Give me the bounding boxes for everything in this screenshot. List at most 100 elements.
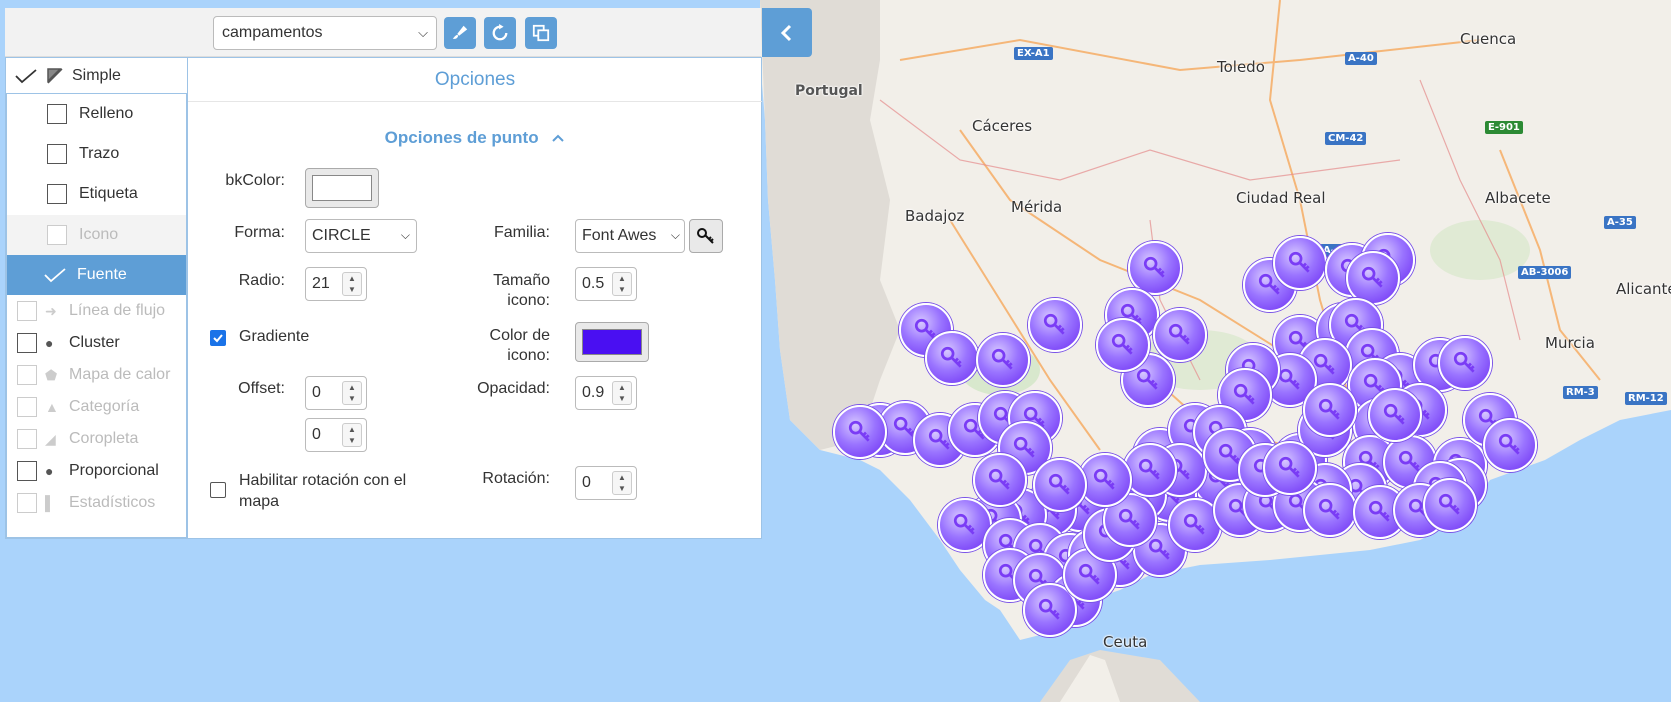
spinner-icon[interactable]: ▲ ▼	[342, 381, 362, 405]
cluster-checkbox[interactable]	[17, 333, 37, 353]
camp-marker[interactable]	[1438, 336, 1492, 390]
familia-select[interactable]: Font Awes ⌵	[575, 219, 685, 253]
gradiente-label: Gradiente	[239, 328, 310, 345]
color-icono-picker[interactable]	[575, 322, 649, 362]
map-label-alicante: Alicante	[1616, 280, 1671, 298]
spinner-icon[interactable]: ▲ ▼	[612, 272, 632, 296]
camp-marker[interactable]	[1153, 308, 1207, 362]
camp-marker[interactable]	[1096, 318, 1150, 372]
rotacion-mapa-checkbox[interactable]	[210, 482, 226, 498]
spinner-icon[interactable]: ▲ ▼	[342, 272, 362, 296]
camp-marker[interactable]	[1028, 298, 1082, 352]
camp-marker[interactable]	[1483, 418, 1537, 472]
key-icon	[848, 420, 870, 442]
gradiente-checkbox[interactable]	[210, 330, 226, 346]
key-icon	[1013, 436, 1035, 458]
camp-marker[interactable]	[1123, 443, 1177, 497]
camp-marker[interactable]	[1273, 236, 1327, 290]
key-icon	[1453, 351, 1475, 373]
cluster-label: Cluster	[69, 334, 120, 351]
bkcolor-picker[interactable]	[305, 168, 379, 208]
refresh-button[interactable]	[484, 17, 516, 49]
map-label-toledo: Toledo	[1217, 58, 1265, 76]
key-icon	[988, 468, 1010, 490]
key-icon	[1318, 398, 1340, 420]
color-icono-swatch	[582, 329, 642, 355]
point-options-header[interactable]: Opciones de punto	[188, 128, 762, 148]
style-cluster[interactable]: ● Cluster	[7, 327, 186, 359]
refresh-icon	[492, 24, 508, 41]
tamano-input[interactable]: 0.5 ▲ ▼	[575, 267, 637, 301]
style-type-list: Simple Relleno Trazo Etiqueta Icono Fuen…	[6, 58, 187, 538]
key-icon	[1136, 368, 1158, 390]
camp-marker[interactable]	[976, 333, 1030, 387]
camp-marker[interactable]	[1423, 478, 1477, 532]
offset-y-input[interactable]: 0 ▲ ▼	[305, 418, 367, 452]
collapse-panel-button[interactable]	[762, 8, 812, 57]
layer-select[interactable]: campamentos ⌵	[213, 16, 437, 50]
rotacion-input[interactable]: 0 ▲ ▼	[575, 466, 637, 500]
heatmap-icon: ⬟	[45, 366, 58, 383]
style-icono: Icono	[7, 215, 186, 255]
camp-marker[interactable]	[1303, 383, 1357, 437]
spinner-icon[interactable]: ▲ ▼	[612, 471, 632, 495]
icon-picker-button[interactable]	[689, 219, 723, 253]
style-trazo[interactable]: Trazo	[7, 134, 186, 174]
proporcional-checkbox[interactable]	[17, 461, 37, 481]
opacidad-value: 0.9	[582, 384, 605, 401]
camp-marker[interactable]	[1368, 388, 1422, 442]
map-label-merida: Mérida	[1011, 198, 1063, 216]
offset-x-value: 0	[312, 384, 321, 401]
camp-marker[interactable]	[973, 453, 1027, 507]
bkcolor-swatch	[312, 175, 372, 201]
categoria-checkbox	[17, 397, 37, 417]
simple-style-icon	[47, 68, 63, 84]
mapa-calor-label: Mapa de calor	[69, 366, 171, 383]
camp-marker[interactable]	[1263, 441, 1317, 495]
opacidad-label: Opacidad:	[477, 380, 550, 397]
relleno-checkbox[interactable]	[47, 104, 67, 124]
key-icon	[1368, 500, 1390, 522]
spinner-icon[interactable]: ▲ ▼	[612, 381, 632, 405]
key-icon	[1168, 323, 1190, 345]
rotacion-label: Rotación:	[482, 470, 550, 487]
familia-value: Font Awes	[582, 227, 657, 244]
proportional-icon: ●	[45, 463, 54, 479]
key-icon	[1318, 498, 1340, 520]
style-simple[interactable]: Simple	[6, 58, 187, 94]
camp-marker[interactable]	[925, 331, 979, 385]
camp-marker[interactable]	[1128, 241, 1182, 295]
opacidad-input[interactable]: 0.9 ▲ ▼	[575, 376, 637, 410]
camp-marker[interactable]	[833, 405, 887, 459]
key-icon	[1288, 251, 1310, 273]
chevron-left-icon	[780, 24, 792, 41]
tamano-label: Tamaño icono:	[493, 272, 550, 309]
coropleta-checkbox	[17, 429, 37, 449]
style-relleno[interactable]: Relleno	[7, 94, 186, 134]
camp-marker[interactable]	[1303, 483, 1357, 537]
chevron-down-icon: ⌵	[670, 228, 680, 243]
trazo-checkbox[interactable]	[47, 144, 67, 164]
color-icono-label: Color de icono:	[489, 327, 550, 364]
radio-input[interactable]: 21 ▲ ▼	[305, 267, 367, 301]
road-shield: A-35	[1604, 216, 1636, 229]
radio-value: 21	[312, 275, 330, 292]
key-icon	[1148, 538, 1170, 560]
key-icon	[953, 513, 975, 535]
copy-button[interactable]	[525, 17, 557, 49]
camp-marker[interactable]	[1346, 251, 1400, 305]
spinner-icon[interactable]: ▲ ▼	[342, 423, 362, 447]
road-shield: AB-3006	[1518, 266, 1572, 279]
brush-button[interactable]	[444, 17, 476, 49]
familia-label: Familia:	[493, 224, 550, 241]
style-fuente[interactable]: Fuente	[7, 255, 186, 295]
style-proporcional[interactable]: ● Proporcional	[7, 455, 186, 487]
camp-marker[interactable]	[1033, 458, 1087, 512]
offset-x-input[interactable]: 0 ▲ ▼	[305, 376, 367, 410]
map-label-portugal: Portugal	[795, 83, 863, 99]
style-etiqueta[interactable]: Etiqueta	[7, 174, 186, 214]
chevron-down-icon: ⌵	[418, 25, 428, 40]
forma-select[interactable]: CIRCLE ⌵	[305, 219, 417, 253]
etiqueta-checkbox[interactable]	[47, 184, 67, 204]
chevron-down-icon: ⌵	[400, 228, 410, 242]
